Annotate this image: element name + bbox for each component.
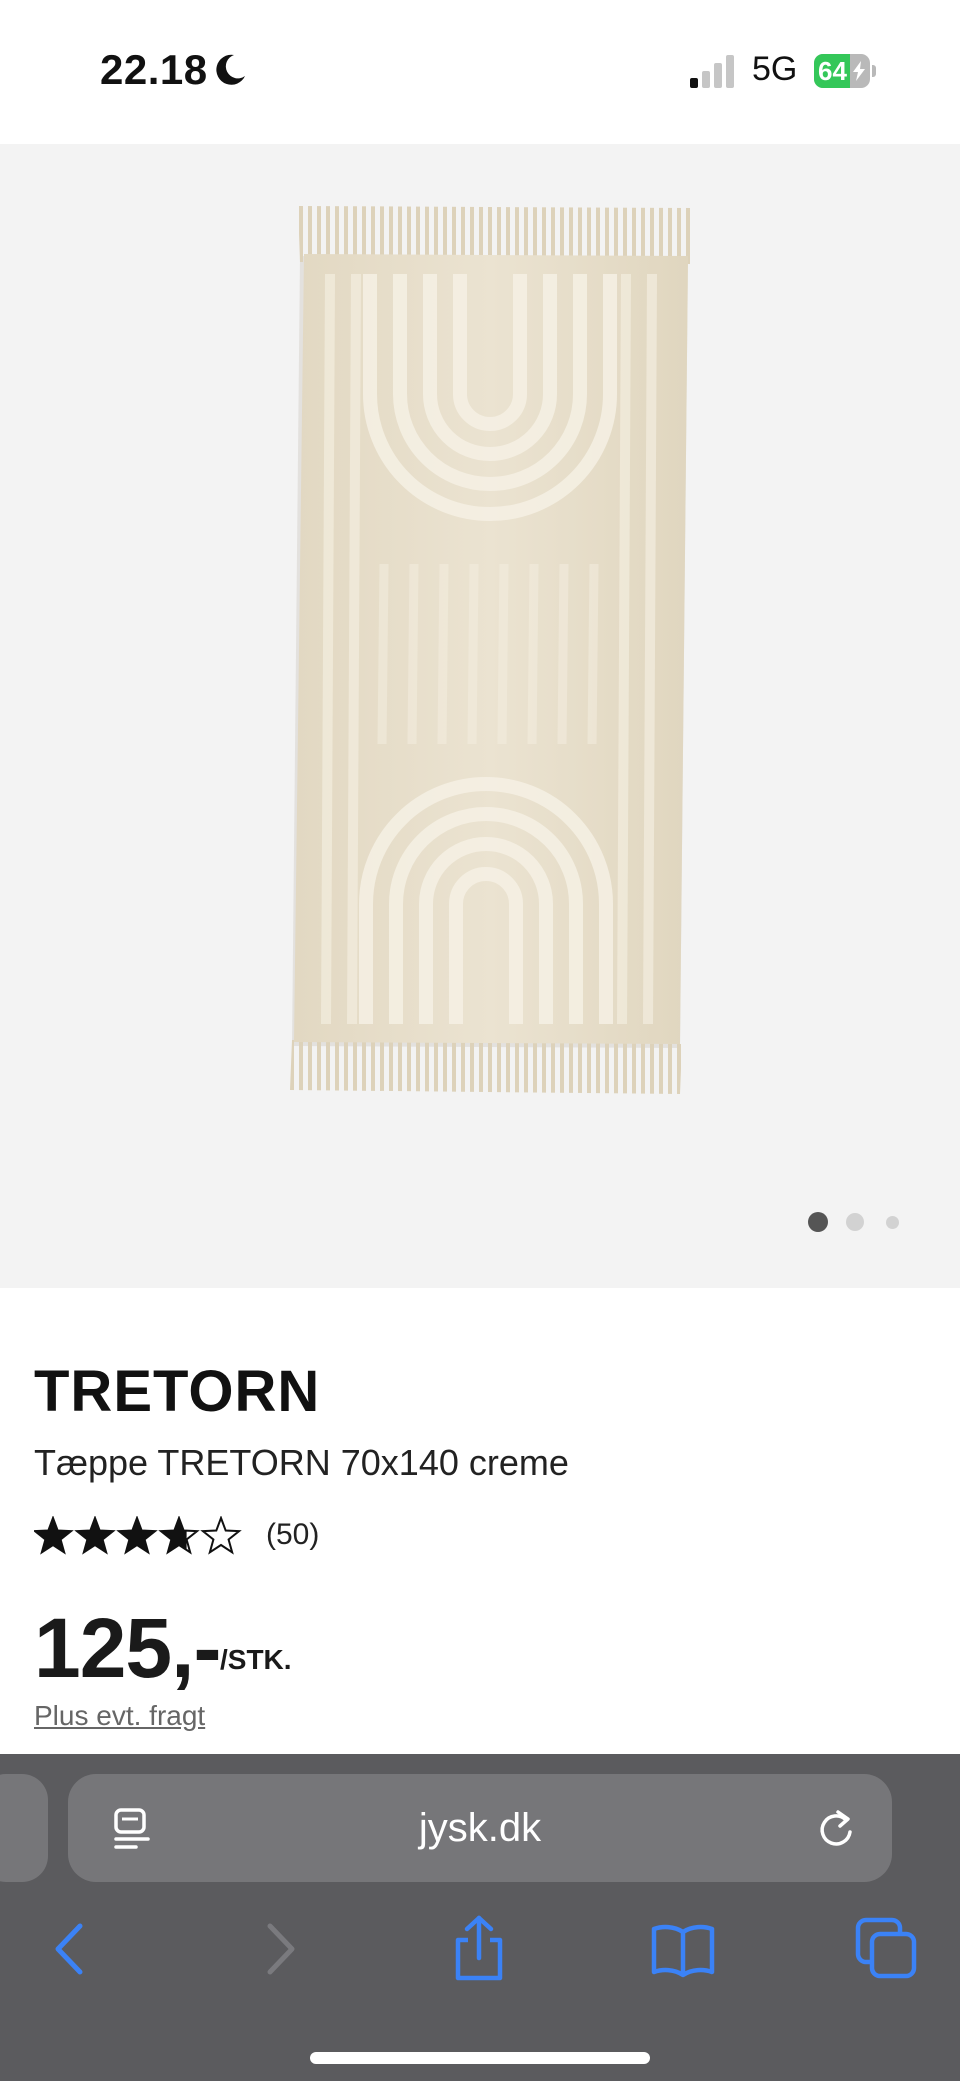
status-bar: 22.18 5G 64 [0,0,960,144]
rug-product-image [290,206,692,1094]
price-unit: /STK. [220,1644,292,1675]
product-price: 125,- [34,1601,221,1695]
network-label: 5G [752,50,798,88]
carousel-dot-3[interactable] [886,1216,899,1229]
carousel-indicator[interactable] [806,1210,906,1234]
rating-stars [34,1516,242,1555]
address-bar[interactable]: jysk.dk [68,1774,892,1882]
share-icon[interactable] [444,1914,514,1984]
home-indicator[interactable] [310,2052,650,2064]
rating-star-1 [34,1516,74,1555]
moon-icon [216,54,245,85]
url-text[interactable]: jysk.dk [68,1806,892,1851]
browser-bottom-bar: jysk.dk [0,1754,960,2081]
product-image-gallery[interactable] [0,144,960,1288]
rating-star-4 [158,1516,200,1555]
rating-star-5 [200,1516,242,1555]
forward-icon[interactable] [244,1914,314,1984]
status-time: 22.18 [100,46,208,93]
product-name: Tæppe TRETORN 70x140 creme [34,1442,569,1483]
product-info: TRETORN Tæppe TRETORN 70x140 creme (50) … [0,1288,960,1754]
signal-icon [690,55,734,88]
carousel-dot-1[interactable] [808,1212,828,1232]
review-count[interactable]: (50) [266,1518,319,1552]
bookmarks-icon[interactable] [648,1914,718,1984]
price-row: 125,- /STK. [34,1600,634,1695]
reload-icon[interactable] [814,1806,858,1852]
shipping-note-link[interactable]: Plus evt. fragt [34,1700,205,1732]
rating-star-2 [74,1516,116,1555]
back-icon[interactable] [36,1914,106,1984]
carousel-dot-2[interactable] [846,1213,864,1231]
rating-star-3 [116,1516,158,1555]
tabs-icon[interactable] [852,1914,922,1984]
battery-icon: 64 [814,54,876,88]
previous-tab-preview[interactable] [0,1774,48,1882]
product-brand: TRETORN [34,1359,321,1424]
charging-bolt-icon [853,61,865,81]
